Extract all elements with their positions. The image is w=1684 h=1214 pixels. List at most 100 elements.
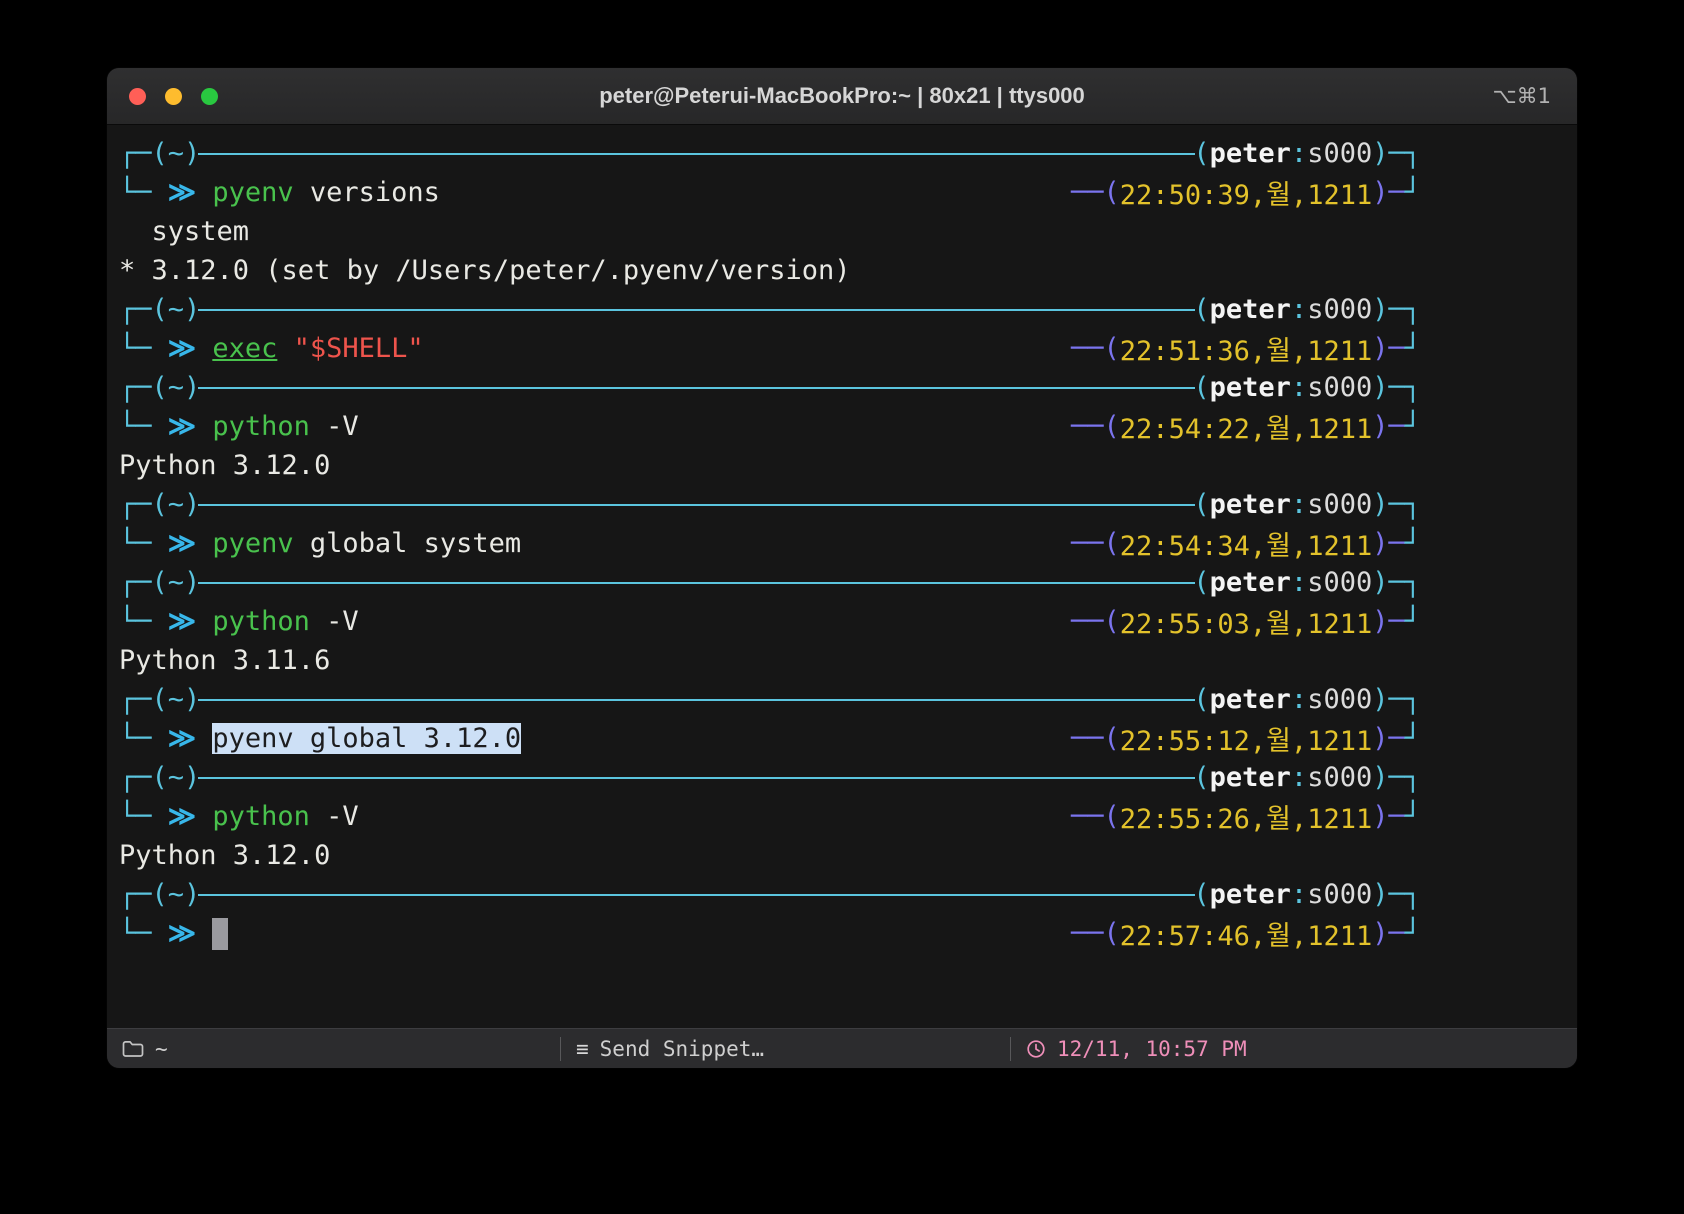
minimize-button[interactable] xyxy=(165,87,182,105)
text-segment: ┘ xyxy=(1404,918,1421,949)
selected-command: pyenv global 3.12.0 xyxy=(212,723,522,754)
terminal-row: └─ ≫ python -V ──(22:55:03,월,1211)─ ┘ xyxy=(119,602,1421,641)
prompt-arrow: ≫ xyxy=(167,918,213,949)
text-segment: s000 xyxy=(1307,684,1373,715)
terminal-window: peter@Peterui-MacBookPro:~ | 80x21 | tty… xyxy=(107,68,1577,1068)
terminal-row: Python 3.12.0 xyxy=(119,446,1421,485)
window-titlebar[interactable]: peter@Peterui-MacBookPro:~ | 80x21 | tty… xyxy=(107,68,1577,125)
text-segment: versions xyxy=(293,177,440,208)
prompt-line-fill xyxy=(198,485,1196,524)
statusbar-path-component[interactable]: ~ xyxy=(107,1029,560,1068)
text-segment: ) xyxy=(1372,879,1389,910)
prompt-line-fill xyxy=(198,134,1196,173)
statusbar-clock-component: 12/11, 10:57 PM xyxy=(1011,1029,1577,1068)
text-segment: 22:55:12,월,1211 xyxy=(1119,726,1373,757)
text-segment: : xyxy=(1290,372,1308,403)
text-segment: pyenv xyxy=(212,177,294,208)
text-segment: : xyxy=(1290,684,1308,715)
text-segment: ──( xyxy=(1071,606,1120,637)
text-segment: ) xyxy=(1372,138,1389,169)
text-segment: ┌─ xyxy=(119,567,152,598)
prompt-arrow: ≫ xyxy=(167,723,213,754)
text-segment: ┌─ xyxy=(119,489,152,520)
text-segment: system xyxy=(119,216,250,247)
text-segment: : xyxy=(1290,762,1308,793)
statusbar-datetime-label: 12/11, 10:57 PM xyxy=(1057,1036,1247,1061)
terminal-row: └─ ≫ pyenv global system ──(22:54:34,월,12… xyxy=(119,524,1421,563)
text-segment: 22:54:34,월,1211 xyxy=(1119,531,1373,562)
desktop-background: peter@Peterui-MacBookPro:~ | 80x21 | tty… xyxy=(0,0,1684,1214)
text-segment: global system xyxy=(293,528,522,559)
text-segment: : xyxy=(1290,138,1308,169)
text-segment: (~) xyxy=(151,567,201,598)
traffic-lights xyxy=(129,68,218,124)
terminal-row: Python 3.11.6 xyxy=(119,641,1421,680)
statusbar-snippet-label: Send Snippet… xyxy=(599,1036,765,1061)
statusbar-snippet-component[interactable]: ≡ Send Snippet… xyxy=(561,1029,1010,1068)
text-segment: ┘ xyxy=(1404,606,1421,637)
prompt-line-fill xyxy=(198,563,1196,602)
text-segment: python xyxy=(212,801,310,832)
terminal-row: system xyxy=(119,212,1421,251)
text-segment: (~) xyxy=(151,294,201,325)
text-segment: ──( xyxy=(1071,801,1120,832)
text-segment: ┌─ xyxy=(119,138,152,169)
clock-icon xyxy=(1026,1039,1046,1059)
text-segment: )─ xyxy=(1372,801,1405,832)
text-segment: "$SHELL" xyxy=(293,333,424,364)
text-segment: └─ xyxy=(119,333,168,364)
text-segment: python xyxy=(212,411,310,442)
terminal-row: ┌─ (~) (peter: s000) ─┐ xyxy=(119,290,1421,329)
text-segment: 22:55:26,월,1211 xyxy=(1119,804,1373,835)
text-segment: ─┐ xyxy=(1388,372,1421,403)
text-segment: * 3.12.0 (set by /Users/peter/.pyenv/ver… xyxy=(119,255,851,286)
window-title: peter@Peterui-MacBookPro:~ | 80x21 | tty… xyxy=(599,83,1085,108)
text-segment: 22:54:22,월,1211 xyxy=(1119,414,1373,445)
text-segment: ┘ xyxy=(1404,411,1421,442)
zoom-button[interactable] xyxy=(201,87,218,105)
text-segment: s000 xyxy=(1307,294,1373,325)
terminal-row: ┌─ (~) (peter: s000) ─┐ xyxy=(119,368,1421,407)
text-segment: ─┐ xyxy=(1388,294,1421,325)
text-segment: (~) xyxy=(151,762,201,793)
terminal-content[interactable]: ┌─ (~)(peter: s000) ─┐ └─ ≫ pyenv versions ──… xyxy=(107,125,1577,1028)
close-button[interactable] xyxy=(129,87,146,105)
terminal-row: Python 3.12.0 xyxy=(119,836,1421,875)
text-segment: ┘ xyxy=(1404,528,1421,559)
terminal-cursor xyxy=(212,917,229,950)
text-segment: ┘ xyxy=(1404,333,1421,364)
text-segment: ) xyxy=(1372,684,1389,715)
terminal-rows: ┌─ (~)(peter: s000) ─┐ └─ ≫ pyenv versions ──… xyxy=(119,134,1577,953)
prompt-line-fill xyxy=(198,875,1196,914)
text-segment: ( xyxy=(1193,762,1210,793)
text-segment: (~) xyxy=(151,138,201,169)
text-segment: ( xyxy=(1193,879,1210,910)
terminal-row: ┌─ (~) (peter: s000) ─┐ xyxy=(119,563,1421,602)
text-segment: └─ xyxy=(119,177,168,208)
text-segment: python xyxy=(212,606,310,637)
text-segment: ( xyxy=(1193,372,1210,403)
text-segment: peter xyxy=(1209,762,1291,793)
terminal-row: ┌─ (~) (peter: s000) ─┐ xyxy=(119,875,1421,914)
text-segment: ──( xyxy=(1071,177,1120,208)
prompt-line-fill xyxy=(198,680,1196,719)
text-segment: 22:55:03,월,1211 xyxy=(1119,609,1373,640)
text-segment: ( xyxy=(1193,567,1210,598)
text-segment: peter xyxy=(1209,294,1291,325)
text-segment: peter xyxy=(1209,138,1291,169)
text-segment: ──( xyxy=(1071,918,1120,949)
folder-icon xyxy=(122,1040,144,1058)
prompt-arrow: ≫ xyxy=(167,801,213,832)
text-segment: peter xyxy=(1209,372,1291,403)
terminal-row: ┌─ (~) (peter: s000) ─┐ xyxy=(119,485,1421,524)
text-segment: ┘ xyxy=(1404,723,1421,754)
text-segment: s000 xyxy=(1307,762,1373,793)
text-segment: peter xyxy=(1209,684,1291,715)
text-segment: Python 3.12.0 xyxy=(119,840,331,871)
text-segment: └─ xyxy=(119,918,168,949)
text-segment: ( xyxy=(1193,684,1210,715)
text-segment: ──( xyxy=(1071,723,1120,754)
text-segment: ┘ xyxy=(1404,177,1421,208)
text-segment: ( xyxy=(1193,294,1210,325)
window-shortcut-badge: ⌥⌘1 xyxy=(1492,84,1551,108)
